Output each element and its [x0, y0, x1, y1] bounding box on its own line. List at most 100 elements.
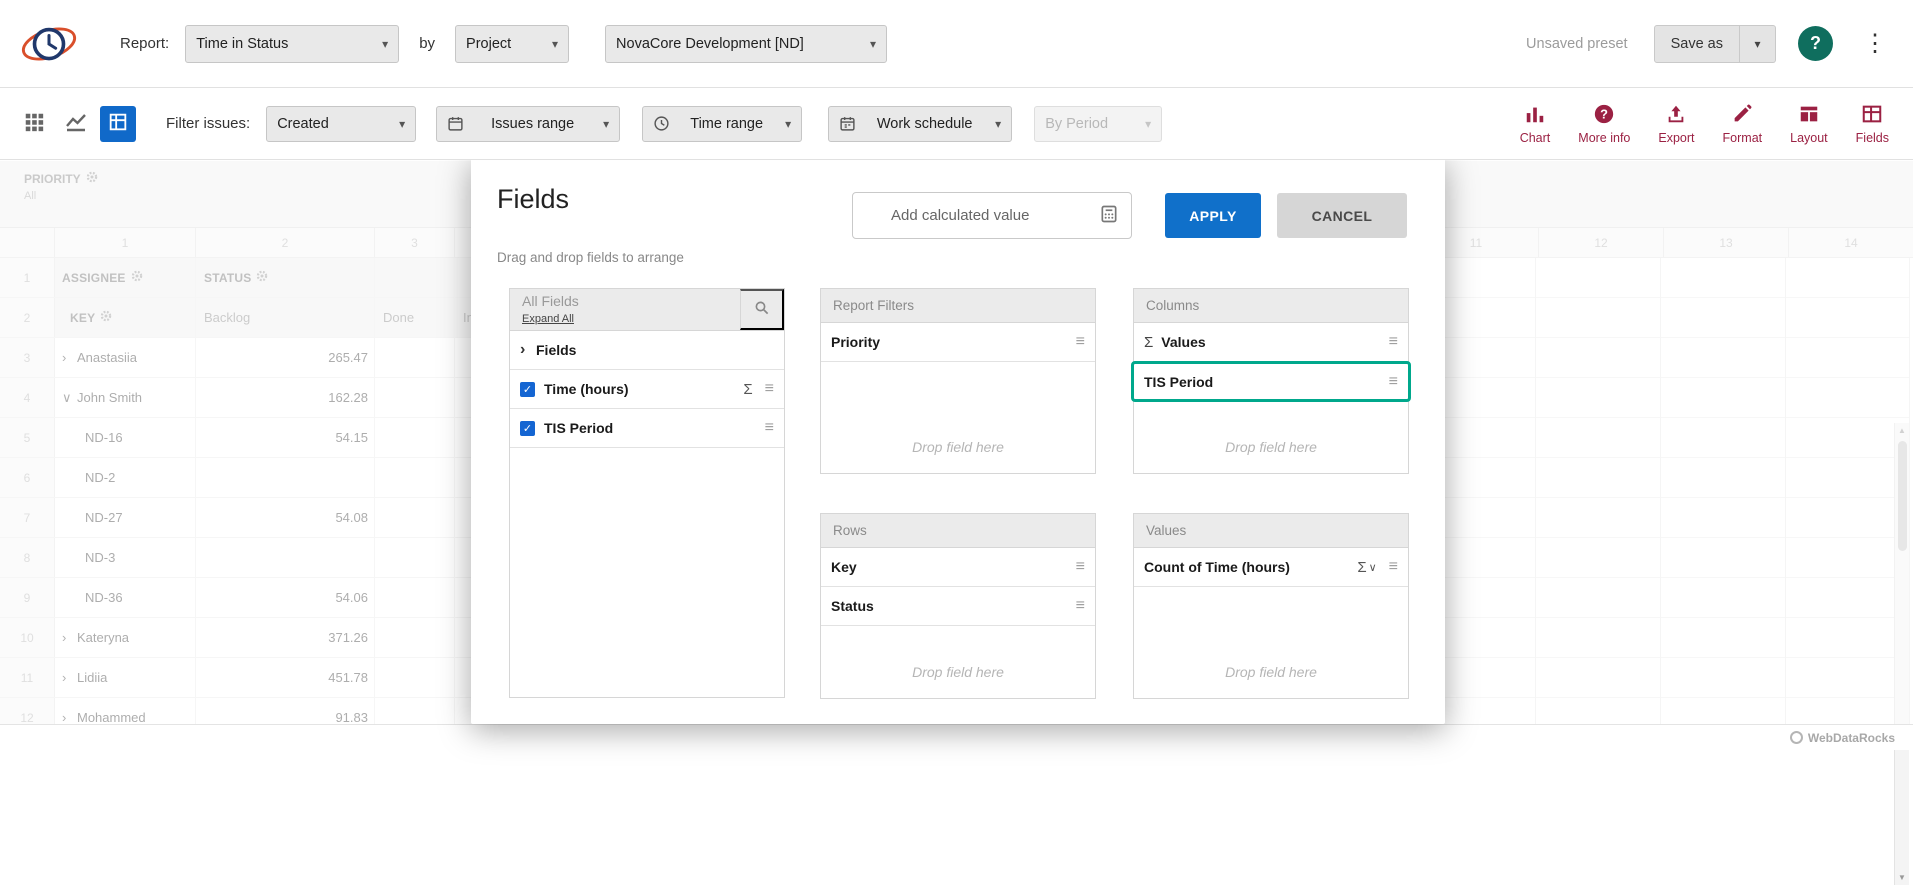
- group-by-dropdown[interactable]: Project ▾: [455, 25, 569, 63]
- more-info-button[interactable]: ? More info: [1578, 103, 1630, 145]
- drop-zone-placeholder[interactable]: Drop field here: [1134, 664, 1408, 680]
- dialog-title: Fields: [497, 184, 569, 215]
- export-button[interactable]: Export: [1658, 103, 1694, 145]
- work-schedule-dropdown[interactable]: Work schedule ▾: [828, 106, 1012, 142]
- brand-text: WebDataRocks: [1808, 731, 1895, 745]
- layout-icon: [1798, 103, 1820, 128]
- report-label: Report:: [120, 35, 169, 52]
- dialog-subtitle: Drag and drop fields to arrange: [497, 250, 684, 265]
- preset-status-text: Unsaved preset: [1526, 36, 1628, 52]
- columns-title: Columns: [1134, 289, 1408, 323]
- sigma-icon[interactable]: Σ: [743, 381, 752, 398]
- drop-zone-placeholder[interactable]: Drop field here: [821, 664, 1095, 680]
- drop-zone-placeholder[interactable]: Drop field here: [1134, 439, 1408, 455]
- drag-handle-icon[interactable]: ≡: [1389, 558, 1398, 576]
- clock-icon: [653, 115, 670, 132]
- pivot-view-button[interactable]: [100, 106, 136, 142]
- export-icon: [1665, 103, 1687, 128]
- chevron-down-icon: ▾: [870, 37, 876, 51]
- sigma-icon[interactable]: Σ: [1357, 559, 1366, 576]
- grid-view-button[interactable]: [16, 106, 52, 142]
- report-type-dropdown[interactable]: Time in Status ▾: [185, 25, 399, 63]
- report-filters-panel: Report Filters Priority ≡ Drop field her…: [820, 288, 1096, 474]
- add-calculated-value-button[interactable]: Add calculated value: [852, 192, 1132, 239]
- calendar-range-icon: [447, 115, 464, 132]
- field-label: TIS Period: [544, 420, 613, 436]
- drag-handle-icon[interactable]: ≡: [1076, 597, 1085, 615]
- chevron-down-icon: ▾: [1145, 117, 1151, 131]
- fields-table-icon: [1861, 103, 1883, 128]
- format-button[interactable]: Format: [1723, 103, 1763, 145]
- row-field-status[interactable]: Status ≡: [821, 587, 1095, 626]
- help-button[interactable]: ?: [1798, 26, 1833, 61]
- project-value: NovaCore Development [ND]: [616, 36, 804, 52]
- issues-range-dropdown[interactable]: Issues range ▾: [436, 106, 620, 142]
- scroll-down-icon[interactable]: ▼: [1895, 873, 1909, 882]
- chevron-down-icon: ▾: [399, 117, 405, 131]
- toolbar-actions: Chart ? More info Export: [1520, 103, 1889, 145]
- more-options-button[interactable]: ⋮: [1855, 28, 1895, 60]
- fields-tree-root[interactable]: › Fields: [510, 331, 784, 370]
- group-by-value: Project: [466, 36, 511, 52]
- field-item-time-hours[interactable]: ✓ Time (hours) Σ ≡: [510, 370, 784, 409]
- field-label: Key: [831, 559, 857, 575]
- sigma-icon: Σ: [1144, 334, 1153, 351]
- checkbox-checked[interactable]: ✓: [520, 421, 535, 436]
- chevron-down-icon[interactable]: ∨: [1369, 561, 1377, 574]
- checkbox-checked[interactable]: ✓: [520, 382, 535, 397]
- question-icon: ?: [1810, 33, 1821, 53]
- cancel-button[interactable]: CANCEL: [1277, 193, 1407, 238]
- report-type-value: Time in Status: [196, 36, 288, 52]
- drop-zone-placeholder[interactable]: Drop field here: [821, 439, 1095, 455]
- field-label: Time (hours): [544, 381, 629, 397]
- pivot-table-icon: [107, 111, 129, 136]
- drag-handle-icon[interactable]: ≡: [1076, 558, 1085, 576]
- calendar-icon: [839, 115, 856, 132]
- row-field-key[interactable]: Key ≡: [821, 548, 1095, 587]
- drag-handle-icon[interactable]: ≡: [765, 380, 774, 398]
- info-circle-icon: ?: [1593, 103, 1615, 128]
- toolbar: Filter issues: Created ▾ Issues range ▾ …: [0, 88, 1913, 160]
- column-field-values[interactable]: Σ Values ≡: [1134, 323, 1408, 362]
- filter-field-dropdown[interactable]: Created ▾: [266, 106, 416, 142]
- chart-action-button[interactable]: Chart: [1520, 103, 1551, 145]
- fields-button[interactable]: Fields: [1856, 103, 1889, 145]
- rows-panel: Rows Key ≡ Status ≡ Drop field here: [820, 513, 1096, 699]
- app-logo-icon: [18, 15, 80, 73]
- grid-icon: [23, 111, 45, 136]
- app-header: Report: Time in Status ▾ by Project ▾ No…: [0, 0, 1913, 88]
- svg-text:?: ?: [1600, 106, 1608, 121]
- project-dropdown[interactable]: NovaCore Development [ND] ▾: [605, 25, 887, 63]
- fields-dialog: Fields Drag and drop fields to arrange A…: [471, 158, 1445, 724]
- expand-all-link[interactable]: Expand All: [522, 313, 574, 325]
- apply-button[interactable]: APPLY: [1165, 193, 1261, 238]
- chart-view-button[interactable]: [58, 106, 94, 142]
- save-as-button[interactable]: Save as: [1654, 25, 1740, 63]
- layout-button[interactable]: Layout: [1790, 103, 1828, 145]
- field-label: Status: [831, 598, 874, 614]
- filter-field-priority[interactable]: Priority ≡: [821, 323, 1095, 362]
- search-fields-button[interactable]: [740, 289, 784, 330]
- drag-handle-icon[interactable]: ≡: [765, 419, 774, 437]
- fields-tree-root-label: Fields: [536, 342, 576, 358]
- action-label: Export: [1658, 131, 1694, 145]
- value-field-count-time-hours[interactable]: Count of Time (hours) Σ ∨ ≡: [1134, 548, 1408, 587]
- save-as-menu-button[interactable]: ▾: [1740, 25, 1776, 63]
- field-label: Count of Time (hours): [1144, 559, 1290, 575]
- action-label: Chart: [1520, 131, 1551, 145]
- pencil-icon: [1731, 103, 1753, 128]
- drag-handle-icon[interactable]: ≡: [1389, 373, 1398, 391]
- calculator-icon: [1099, 204, 1119, 228]
- issues-range-label: Issues range: [491, 116, 574, 132]
- column-field-tis-period-highlighted[interactable]: TIS Period ≡: [1131, 361, 1411, 402]
- chevron-right-icon: ›: [520, 341, 536, 359]
- webdatarocks-logo-icon: [1790, 731, 1803, 744]
- filter-field-value: Created: [277, 116, 329, 132]
- drag-handle-icon[interactable]: ≡: [1076, 333, 1085, 351]
- drag-handle-icon[interactable]: ≡: [1389, 333, 1398, 351]
- add-calculated-value-label: Add calculated value: [891, 207, 1029, 224]
- field-item-tis-period[interactable]: ✓ TIS Period ≡: [510, 409, 784, 448]
- app-footer: WebDataRocks: [0, 724, 1913, 750]
- values-title: Values: [1134, 514, 1408, 548]
- time-range-dropdown[interactable]: Time range ▾: [642, 106, 802, 142]
